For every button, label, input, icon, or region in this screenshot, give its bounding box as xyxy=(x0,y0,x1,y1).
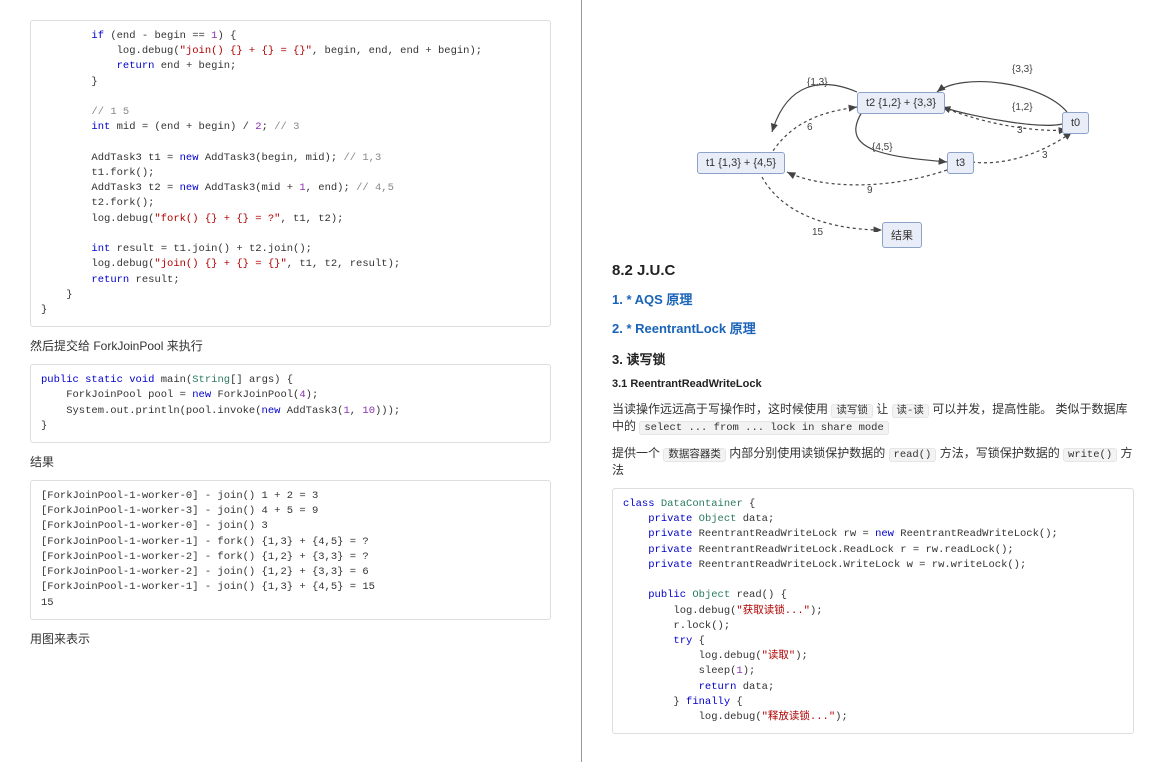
heading-rwlock: 3. 读写锁 xyxy=(612,349,1134,368)
edge-label: 15 xyxy=(812,227,823,238)
code-block-2: public static void main(String[] args) {… xyxy=(30,364,551,443)
edge-label: 9 xyxy=(867,185,873,196)
heading-rrwl: 3.1 ReentrantReadWriteLock xyxy=(612,378,1134,390)
right-column: t0 t2 {1,2} + {3,3} t1 {1,3} + {4,5} t3 … xyxy=(582,0,1164,762)
text: 提供一个 xyxy=(612,446,663,460)
code-block-3: class DataContainer { private Object dat… xyxy=(612,488,1134,734)
inline-code: read() xyxy=(889,448,937,462)
inline-code: 读-读 xyxy=(892,404,929,418)
text: 内部分别使用读锁保护数据的 xyxy=(729,446,888,460)
inline-code: select ... from ... lock in share mode xyxy=(639,421,888,435)
paragraph-rw1: 当读操作远远高于写操作时，这时候使用 读写锁 让 读-读 可以并发，提高性能。 … xyxy=(612,400,1134,434)
inline-code: 数据容器类 xyxy=(663,448,726,462)
output-block: [ForkJoinPool-1-worker-0] - join() 1 + 2… xyxy=(30,480,551,620)
code-block-1: if (end - begin == 1) { log.debug("join(… xyxy=(30,20,551,327)
paragraph: 结果 xyxy=(30,453,551,470)
node-result: 结果 xyxy=(882,222,922,248)
paragraph: 然后提交给 ForkJoinPool 来执行 xyxy=(30,337,551,354)
node-t3: t3 xyxy=(947,152,974,174)
node-t1: t1 {1,3} + {4,5} xyxy=(697,152,785,174)
inline-code: 读写锁 xyxy=(831,404,873,418)
heading-aqs-link[interactable]: 1. * AQS 原理 xyxy=(612,289,1134,308)
node-t2: t2 {1,2} + {3,3} xyxy=(857,92,945,114)
heading-juc: 8.2 J.U.C xyxy=(612,262,1134,279)
edge-label: {1,3} xyxy=(807,77,828,88)
heading-reentrantlock-link[interactable]: 2. * ReentrantLock 原理 xyxy=(612,318,1134,337)
text: 当读操作远远高于写操作时，这时候使用 xyxy=(612,402,831,416)
text: 让 xyxy=(876,402,891,416)
edge-label: {4,5} xyxy=(872,142,893,153)
edge-label: {3,3} xyxy=(1012,64,1033,75)
paragraph-rw2: 提供一个 数据容器类 内部分别使用读锁保护数据的 read() 方法，写锁保护数… xyxy=(612,444,1134,478)
edge-label: {1,2} xyxy=(1012,102,1033,113)
edge-label: 6 xyxy=(807,122,813,133)
left-column: if (end - begin == 1) { log.debug("join(… xyxy=(0,0,582,762)
diagram-edges xyxy=(612,22,1134,232)
node-t0: t0 xyxy=(1062,112,1089,134)
edge-label: 3 xyxy=(1017,125,1023,136)
edge-label: 3 xyxy=(1042,150,1048,161)
text: 方法，写锁保护数据的 xyxy=(940,446,1063,460)
paragraph: 用图来表示 xyxy=(30,630,551,647)
forkjoin-diagram: t0 t2 {1,2} + {3,3} t1 {1,3} + {4,5} t3 … xyxy=(612,22,1134,232)
inline-code: write() xyxy=(1063,448,1117,462)
